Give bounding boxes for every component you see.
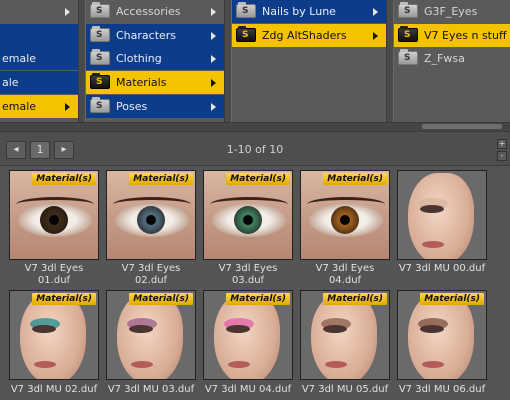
material-badge: Material(s) xyxy=(129,293,193,305)
category-item-nails-by-lune[interactable]: S Nails by Lune xyxy=(232,0,386,23)
category-column-1: emale ale emale xyxy=(0,0,78,122)
material-badge: Material(s) xyxy=(32,173,96,185)
asset-thumb-eyes-01[interactable]: Material(s) xyxy=(9,170,99,260)
category-item-g3f-eyes[interactable]: S G3F_Eyes xyxy=(394,0,510,23)
asset-grid: Material(s) Material(s) Material(s) Mate… xyxy=(0,166,510,400)
asset-thumb-mu-05[interactable]: Material(s) xyxy=(300,290,390,380)
folder-icon: S xyxy=(90,2,110,18)
folder-icon: S xyxy=(90,73,110,89)
column-scrollbar[interactable] xyxy=(386,0,394,122)
asset-caption: V7 3dl MU 03.duf xyxy=(107,384,195,395)
scrollbar-thumb[interactable] xyxy=(422,124,502,129)
asset-caption: V7 3dl MU 04.duf xyxy=(204,384,292,395)
material-badge: Material(s) xyxy=(226,173,290,185)
asset-thumb-mu-03[interactable]: Material(s) xyxy=(106,290,196,380)
asset-thumb-mu-02[interactable]: Material(s) xyxy=(9,290,99,380)
chevron-right-icon xyxy=(65,8,70,16)
category-item-materials[interactable]: S Materials xyxy=(86,71,224,94)
category-item-accessories[interactable]: S Accessories xyxy=(86,0,224,23)
category-column-4: S G3F_Eyes S V7 Eyes n stuff S Z_Fwsa xyxy=(394,0,510,122)
face-render xyxy=(214,293,280,379)
face-render xyxy=(117,293,183,379)
face-render xyxy=(20,293,86,379)
face-render xyxy=(408,293,474,379)
material-badge: Material(s) xyxy=(323,293,387,305)
face-render xyxy=(408,173,474,259)
category-item-v7-eyes-n-stuff[interactable]: S V7 Eyes n stuff xyxy=(394,24,510,47)
chevron-right-icon xyxy=(373,32,378,40)
chevron-right-icon xyxy=(211,32,216,40)
asset-caption: V7 3dl MU 02.duf xyxy=(10,384,98,395)
category-item-clothing[interactable]: S Clothing xyxy=(86,47,224,70)
folder-icon: S xyxy=(90,49,110,65)
folder-icon: S xyxy=(90,97,110,113)
asset-caption: V7 3dl MU 06.duf xyxy=(398,384,486,395)
material-badge: Material(s) xyxy=(420,293,484,305)
zoom-out-button[interactable]: - xyxy=(497,151,507,161)
category-item-poses[interactable]: S Poses xyxy=(86,95,224,118)
asset-thumb-mu-04[interactable]: Material(s) xyxy=(203,290,293,380)
asset-caption: V7 3dl MU 00.duf xyxy=(398,263,486,274)
asset-caption: V7 3dl MU 05.duf xyxy=(301,384,389,395)
column-scrollbar[interactable] xyxy=(224,0,232,122)
category-item-female-selected[interactable]: emale xyxy=(0,95,78,118)
horizontal-scrollbar[interactable] xyxy=(0,122,510,131)
category-item-top[interactable] xyxy=(0,0,78,23)
asset-caption: V7 3dl Eyes 04.duf xyxy=(315,263,375,286)
chevron-right-icon xyxy=(211,103,216,111)
material-badge: Material(s) xyxy=(323,173,387,185)
category-column-3: S Nails by Lune S Zdg AltShaders xyxy=(232,0,386,122)
pager-bar: ◂ 1 ▸ 1-10 of 10 + - xyxy=(0,131,510,166)
chevron-right-icon xyxy=(211,55,216,63)
asset-thumb-eyes-02[interactable]: Material(s) xyxy=(106,170,196,260)
folder-icon: S xyxy=(236,26,256,42)
folder-icon: S xyxy=(398,49,418,65)
chevron-right-icon xyxy=(373,8,378,16)
asset-thumb-mu-06[interactable]: Material(s) xyxy=(397,290,487,380)
category-item[interactable] xyxy=(0,24,78,47)
material-badge: Material(s) xyxy=(226,293,290,305)
folder-icon: S xyxy=(398,2,418,18)
category-item-male[interactable]: ale xyxy=(0,71,78,94)
result-count: 1-10 of 10 xyxy=(226,143,284,156)
chevron-right-icon xyxy=(211,79,216,87)
face-render xyxy=(311,293,377,379)
category-column-2: S Accessories S Characters S Clothing S … xyxy=(86,0,224,122)
folder-icon: S xyxy=(398,26,418,42)
asset-thumb-mu-00[interactable] xyxy=(397,170,487,260)
category-item-female[interactable]: emale xyxy=(0,47,78,70)
asset-caption: V7 3dl Eyes 02.duf xyxy=(121,263,181,286)
category-item-characters[interactable]: S Characters xyxy=(86,24,224,47)
asset-thumb-eyes-03[interactable]: Material(s) xyxy=(203,170,293,260)
category-item-zdg-altshaders[interactable]: S Zdg AltShaders xyxy=(232,24,386,47)
category-item-z-fwsa[interactable]: S Z_Fwsa xyxy=(394,47,510,70)
chevron-right-icon xyxy=(65,103,70,111)
asset-caption: V7 3dl Eyes 03.duf xyxy=(218,263,278,286)
zoom-in-button[interactable]: + xyxy=(497,139,507,149)
chevron-right-icon xyxy=(211,8,216,16)
folder-icon: S xyxy=(236,2,256,18)
folder-icon: S xyxy=(90,26,110,42)
asset-caption: V7 3dl Eyes 01.duf xyxy=(24,263,84,286)
material-badge: Material(s) xyxy=(129,173,193,185)
asset-thumb-eyes-04[interactable]: Material(s) xyxy=(300,170,390,260)
material-badge: Material(s) xyxy=(32,293,96,305)
column-scrollbar[interactable] xyxy=(78,0,86,122)
